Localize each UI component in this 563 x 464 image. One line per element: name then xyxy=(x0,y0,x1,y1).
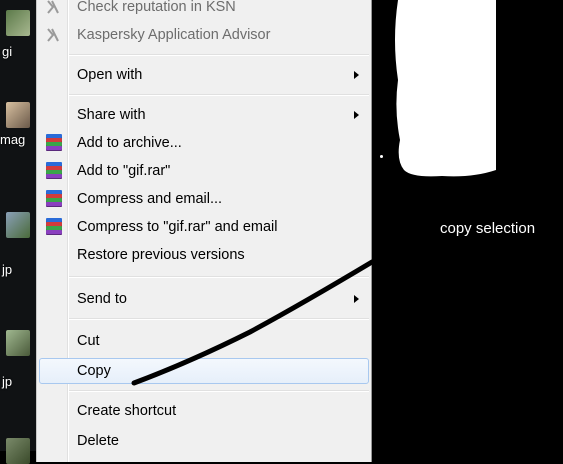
menu-item-create-shortcut[interactable]: Create shortcut xyxy=(39,398,369,424)
menu-item-label: Share with xyxy=(77,107,146,123)
menu-item-label: Check reputation in KSN xyxy=(77,0,236,15)
menu-item-label: Add to "gif.rar" xyxy=(77,163,171,179)
menu-item-label: Delete xyxy=(77,433,119,449)
desktop-icon-label: jp xyxy=(2,374,13,389)
menu-item-cut[interactable]: Cut xyxy=(39,328,369,354)
desktop-icon-label: jp xyxy=(2,262,13,277)
desktop-icon-label: mag xyxy=(0,132,26,147)
paint-blob xyxy=(395,0,496,177)
menu-item-label: Restore previous versions xyxy=(77,247,245,263)
menu-item-send-to[interactable]: Send to xyxy=(39,286,369,312)
menu-separator xyxy=(69,276,369,278)
menu-separator xyxy=(69,318,369,320)
menu-item-compress-to-gif-rar-email[interactable]: Compress to "gif.rar" and email xyxy=(39,214,369,240)
menu-item-add-to-gif-rar[interactable]: Add to "gif.rar" xyxy=(39,158,369,184)
menu-separator xyxy=(69,54,369,56)
desktop-background: gi mag jp jp xyxy=(0,0,40,464)
menu-item-label: Kaspersky Application Advisor xyxy=(77,27,271,43)
menu-item-delete[interactable]: Delete xyxy=(39,428,369,454)
menu-item-label: Compress to "gif.rar" and email xyxy=(77,219,278,235)
kaspersky-icon xyxy=(47,0,59,14)
menu-item-open-with[interactable]: Open with xyxy=(39,62,369,88)
submenu-arrow-icon xyxy=(354,71,359,79)
paint-speck xyxy=(436,20,439,23)
winrar-icon xyxy=(46,190,62,208)
desktop-icon-label: gi xyxy=(2,44,13,59)
menu-item-kaspersky-advisor[interactable]: Kaspersky Application Advisor xyxy=(39,22,369,48)
menu-item-label: Copy xyxy=(77,363,111,379)
menu-item-label: Cut xyxy=(77,333,100,349)
winrar-icon xyxy=(46,134,62,152)
submenu-arrow-icon xyxy=(354,111,359,119)
winrar-icon xyxy=(46,162,62,180)
context-menu: Check reputation in KSN Kaspersky Applic… xyxy=(36,0,372,462)
menu-item-share-with[interactable]: Share with xyxy=(39,102,369,128)
menu-item-restore-previous-versions[interactable]: Restore previous versions xyxy=(39,242,369,268)
menu-item-check-reputation[interactable]: Check reputation in KSN xyxy=(39,0,369,20)
menu-item-label: Add to archive... xyxy=(77,135,182,151)
desktop-icon[interactable] xyxy=(6,438,30,464)
menu-item-compress-and-email[interactable]: Compress and email... xyxy=(39,186,369,212)
menu-separator xyxy=(69,390,369,392)
paint-speck xyxy=(462,160,465,163)
menu-item-label: Create shortcut xyxy=(77,403,177,419)
menu-item-copy[interactable]: Copy xyxy=(39,358,369,384)
menu-item-label: Open with xyxy=(77,67,143,83)
desktop-icon[interactable] xyxy=(6,10,30,36)
winrar-icon xyxy=(46,218,62,236)
menu-item-label: Compress and email... xyxy=(77,191,223,207)
desktop-icon[interactable] xyxy=(6,330,30,356)
menu-item-add-to-archive[interactable]: Add to archive... xyxy=(39,130,369,156)
menu-separator xyxy=(69,94,369,96)
desktop-icon[interactable] xyxy=(6,212,30,238)
desktop-icon[interactable] xyxy=(6,102,30,128)
annotation-text: copy selection xyxy=(440,220,536,237)
menu-item-label: Send to xyxy=(77,291,127,307)
kaspersky-icon xyxy=(47,28,59,42)
submenu-arrow-icon xyxy=(354,295,359,303)
paint-speck xyxy=(380,155,383,158)
